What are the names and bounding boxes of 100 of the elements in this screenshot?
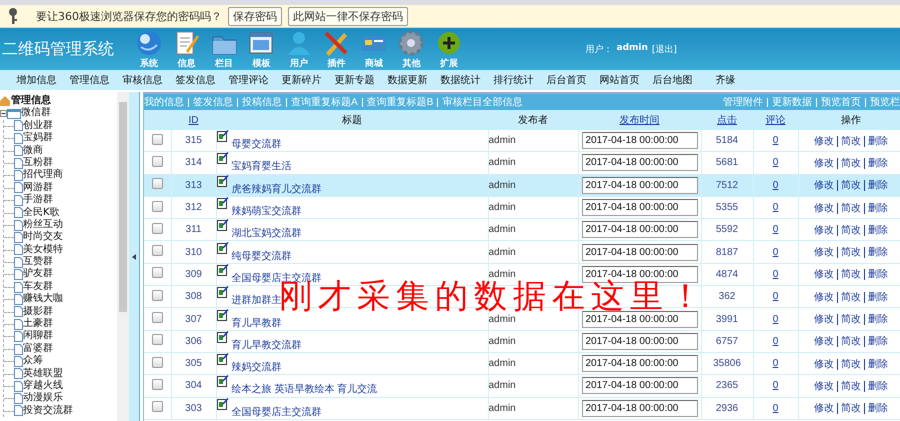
action-link[interactable]: 修改 xyxy=(814,247,834,258)
nav-link[interactable]: 齐缘 xyxy=(709,73,742,87)
edit-icon[interactable] xyxy=(216,219,228,232)
sort-link[interactable]: 点击 xyxy=(701,110,753,130)
tree-item[interactable]: 互粉群 xyxy=(23,156,53,170)
date-field[interactable]: 2017-04-18 00:00:00 xyxy=(582,400,698,417)
date-field[interactable]: 2017-04-18 00:00:00 xyxy=(582,332,698,350)
checkbox[interactable] xyxy=(152,267,163,278)
action-link[interactable]: 删除 xyxy=(864,247,888,258)
action-link[interactable]: 修改 xyxy=(814,403,834,414)
tree-item[interactable]: 网游群 xyxy=(23,182,53,194)
action-link[interactable]: 删除 xyxy=(864,180,888,192)
edit-icon[interactable] xyxy=(216,242,228,254)
tree-item[interactable]: 美女模特 xyxy=(23,244,63,256)
comment-count-link[interactable]: 0 xyxy=(772,314,778,325)
tree-item[interactable]: 全民K歌 xyxy=(23,206,60,219)
action-link[interactable]: 修改 xyxy=(814,269,834,280)
nav-link[interactable]: 排行统计 xyxy=(487,73,540,87)
date-field[interactable]: 2017-04-18 00:00:00 xyxy=(582,377,698,394)
nav-link[interactable]: 更新碎片 xyxy=(275,73,328,87)
title-link[interactable]: 纯母婴交流群 xyxy=(232,250,292,262)
tree-item[interactable]: 闲聊群 xyxy=(23,330,53,343)
tree-item[interactable]: 手游群 xyxy=(23,194,53,207)
comment-count-link[interactable]: 0 xyxy=(772,380,778,392)
action-link[interactable]: 简改 xyxy=(837,180,861,192)
tree-item[interactable]: 车友群 xyxy=(23,280,53,294)
edit-icon[interactable] xyxy=(216,308,228,321)
checkbox[interactable] xyxy=(152,312,163,324)
sort-link[interactable]: ID xyxy=(171,110,216,130)
comment-count-link[interactable]: 0 xyxy=(772,202,778,214)
comment-count-link[interactable]: 0 xyxy=(772,157,778,168)
comment-count-link[interactable]: 0 xyxy=(772,268,778,280)
title-link[interactable]: 虎爸辣妈育儿交流群 xyxy=(232,184,322,195)
date-field[interactable]: 2017-04-18 00:00:00 xyxy=(582,199,698,216)
action-link[interactable]: 简改 xyxy=(837,202,861,214)
tree-item[interactable]: 摄影群 xyxy=(23,306,53,318)
edit-icon[interactable] xyxy=(216,353,228,366)
checkbox[interactable] xyxy=(152,245,163,256)
nav-link[interactable]: 增加信息 xyxy=(10,73,63,87)
action-link[interactable]: 删除 xyxy=(864,292,888,303)
checkbox[interactable] xyxy=(152,401,163,412)
title-link[interactable]: 辣妈交流群 xyxy=(232,362,282,374)
date-field[interactable]: 2017-04-18 00:00:00 xyxy=(582,132,698,150)
tree-item[interactable]: 穿越火线 xyxy=(23,380,63,392)
tree-item[interactable]: 富婆群 xyxy=(23,342,53,356)
nav-link[interactable]: 后台首页 xyxy=(540,73,593,87)
save-password-button[interactable]: 此网站一律不保存密码 xyxy=(288,6,408,26)
comment-count-link[interactable]: 0 xyxy=(772,358,778,370)
action-link[interactable]: 修改 xyxy=(814,314,834,326)
action-link[interactable]: 简改 xyxy=(837,224,861,236)
tree-item[interactable]: 微信群 xyxy=(21,107,51,120)
comment-count-link[interactable]: 0 xyxy=(772,246,778,258)
tree-item[interactable]: 时尚交友 xyxy=(23,231,63,244)
date-field[interactable]: 2017-04-18 00:00:00 xyxy=(582,244,698,261)
sort-link[interactable]: 评论 xyxy=(753,110,798,130)
title-link[interactable]: 进群加群主 xyxy=(232,295,282,306)
scrollbar-thumb[interactable] xyxy=(119,102,128,312)
checkbox[interactable] xyxy=(152,356,163,368)
action-link[interactable]: 删除 xyxy=(864,202,888,214)
edit-icon[interactable] xyxy=(216,130,228,142)
action-link[interactable]: 简改 xyxy=(837,136,861,147)
tree-root[interactable]: 管理信息 xyxy=(11,95,51,108)
edit-icon[interactable] xyxy=(216,264,228,276)
comment-count-link[interactable]: 0 xyxy=(772,224,778,236)
title-link[interactable]: 育儿早教交流群 xyxy=(232,340,302,351)
title-link[interactable]: 育儿早教群 xyxy=(232,318,282,329)
tree-item[interactable]: 赚钱大咖 xyxy=(23,293,63,306)
nav-link[interactable]: 签发信息 xyxy=(169,73,222,87)
action-link[interactable]: 删除 xyxy=(864,224,888,236)
comment-count-link[interactable]: 0 xyxy=(772,135,778,146)
save-password-button[interactable]: 保存密码 xyxy=(228,6,282,26)
checkbox[interactable] xyxy=(152,156,163,167)
date-field[interactable]: 2017-04-18 00:00:00 xyxy=(582,310,698,328)
action-link[interactable]: 简改 xyxy=(837,314,861,326)
tree-item[interactable]: 动漫娱乐 xyxy=(23,392,63,405)
nav-link[interactable]: 管理信息 xyxy=(63,73,116,87)
tree-item[interactable]: 驴友群 xyxy=(23,268,53,281)
action-link[interactable]: 简改 xyxy=(837,336,861,348)
title-link[interactable]: 辣妈萌宝交流群 xyxy=(232,206,302,218)
title-link[interactable]: 全国母婴店主交流群 xyxy=(232,406,322,418)
action-link[interactable]: 简改 xyxy=(837,380,861,392)
action-link[interactable]: 修改 xyxy=(814,202,834,214)
nav-link[interactable]: 更新专题 xyxy=(328,73,381,87)
action-link[interactable]: 删除 xyxy=(864,358,888,370)
action-link[interactable]: 简改 xyxy=(837,269,861,280)
action-link[interactable]: 删除 xyxy=(864,269,888,280)
tree-item[interactable]: 粉丝互动 xyxy=(23,218,63,232)
nav-link[interactable]: 数据统计 xyxy=(434,73,487,87)
comment-count-link[interactable]: 0 xyxy=(772,402,778,414)
action-link[interactable]: 删除 xyxy=(864,158,888,169)
title-link[interactable]: 母婴交流群 xyxy=(232,139,282,150)
action-link[interactable]: 简改 xyxy=(837,158,861,169)
comment-count-link[interactable]: 0 xyxy=(772,336,778,347)
date-field[interactable]: 2017-04-18 00:00:00 xyxy=(582,154,698,172)
action-link[interactable]: 修改 xyxy=(814,292,834,303)
tree-item[interactable]: 众筹 xyxy=(23,355,43,368)
title-link[interactable]: 宝妈育婴生活 xyxy=(232,161,292,172)
nav-link[interactable]: 管理评论 xyxy=(222,73,275,87)
checkbox[interactable] xyxy=(152,334,163,346)
edit-icon[interactable] xyxy=(216,174,228,187)
